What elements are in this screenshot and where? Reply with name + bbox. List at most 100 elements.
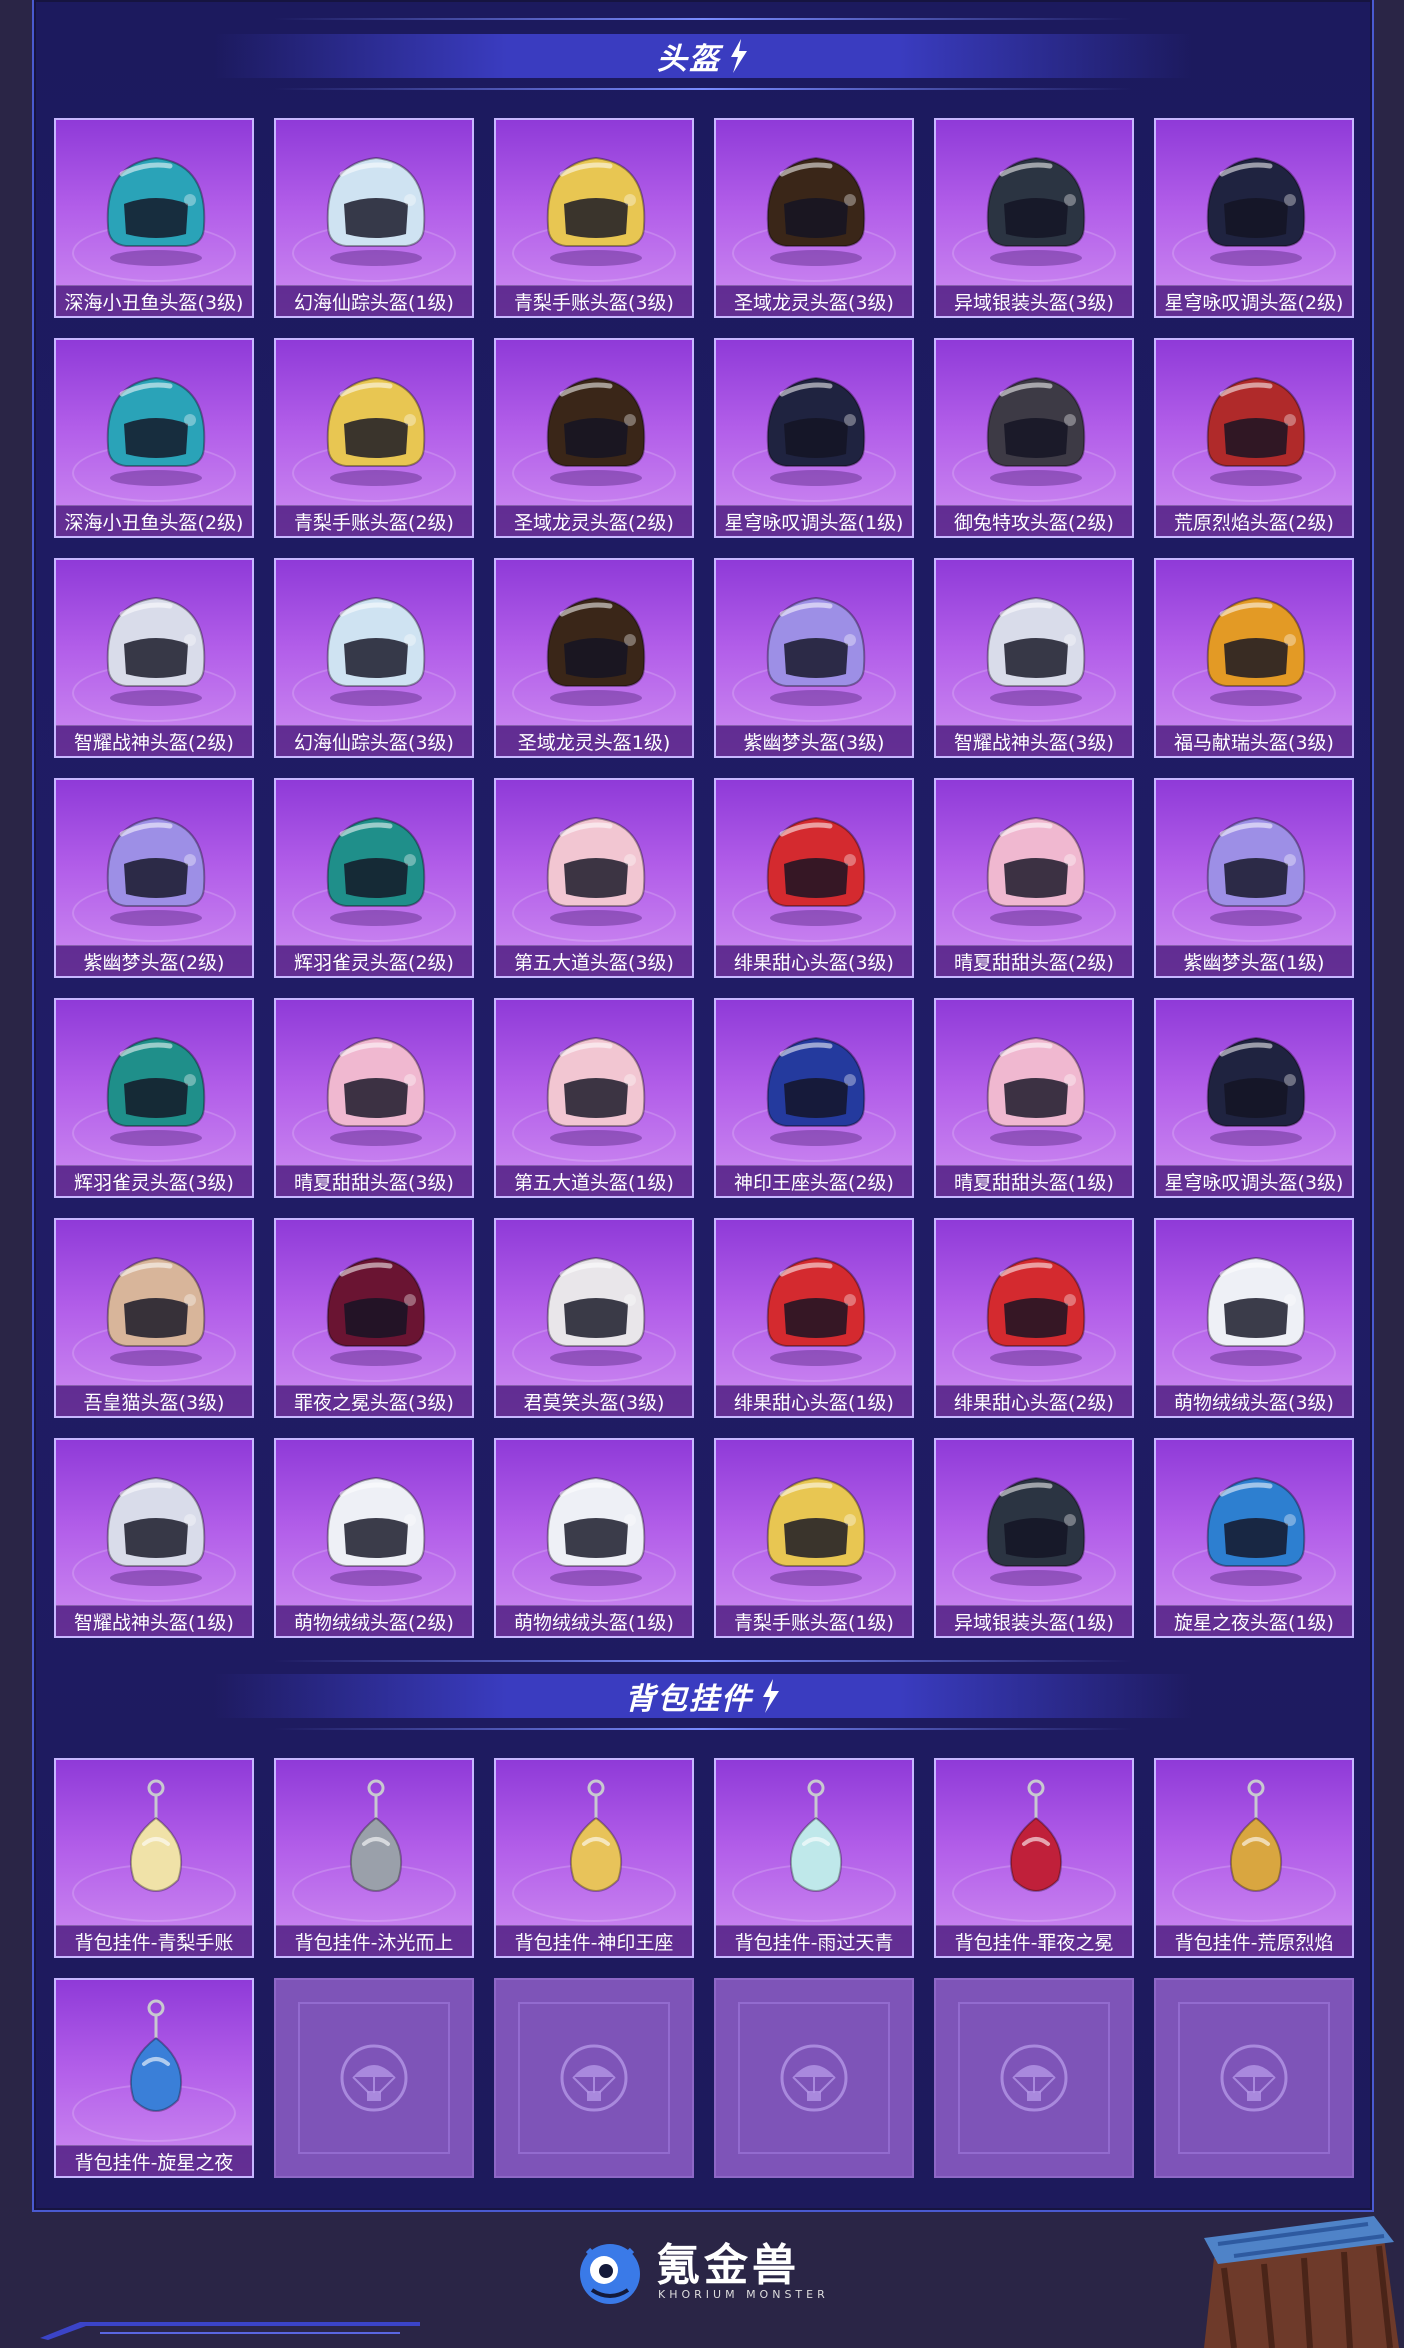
helmet-card[interactable]: 星穹咏叹调头盔(2级) xyxy=(1154,118,1354,318)
helmet-label: 圣域龙灵头盔(2级) xyxy=(496,505,692,536)
parachute-crate-icon xyxy=(560,2044,628,2112)
helmet-card[interactable]: 星穹咏叹调头盔(3级) xyxy=(1154,998,1354,1198)
helmet-label: 青梨手账头盔(1级) xyxy=(716,1605,912,1636)
helmet-card[interactable]: 异域银装头盔(3级) xyxy=(934,118,1134,318)
helmet-card[interactable]: 圣域龙灵头盔(3级) xyxy=(714,118,914,318)
helmet-card[interactable]: 青梨手账头盔(3级) xyxy=(494,118,694,318)
pendant-grid: 背包挂件-青梨手账 背包挂件-沐光而上 背包挂件-神印王座 背包挂件-雨过天青 背包挂件… xyxy=(54,1758,1354,2178)
helmet-card[interactable]: 辉羽雀灵头盔(2级) xyxy=(274,778,474,978)
helmet-label: 吾皇猫头盔(3级) xyxy=(56,1385,252,1416)
helmet-label: 青梨手账头盔(3级) xyxy=(496,285,692,316)
helmet-card[interactable]: 青梨手账头盔(1级) xyxy=(714,1438,914,1638)
helmet-icon xyxy=(1206,1476,1306,1586)
pendant-icon xyxy=(129,1779,183,1892)
helmet-card[interactable]: 深海小丑鱼头盔(3级) xyxy=(54,118,254,318)
helmet-card[interactable]: 紫幽梦头盔(3级) xyxy=(714,558,914,758)
helmet-label: 幻海仙踪头盔(1级) xyxy=(276,285,472,316)
helmet-icon xyxy=(1206,1036,1306,1146)
helmet-icon xyxy=(106,596,206,706)
helmet-label: 异域银装头盔(1级) xyxy=(936,1605,1132,1636)
pendant-label: 背包挂件-青梨手账 xyxy=(56,1925,252,1956)
helmet-card[interactable]: 萌物绒绒头盔(3级) xyxy=(1154,1218,1354,1418)
helmet-card[interactable]: 绯果甜心头盔(1级) xyxy=(714,1218,914,1418)
helmet-card[interactable]: 幻海仙踪头盔(1级) xyxy=(274,118,474,318)
pendant-label: 背包挂件-沐光而上 xyxy=(276,1925,472,1956)
helmet-icon xyxy=(106,1256,206,1366)
helmet-card[interactable]: 幻海仙踪头盔(3级) xyxy=(274,558,474,758)
title-rule xyxy=(274,18,1132,20)
pendant-card[interactable]: 背包挂件-旋星之夜 xyxy=(54,1978,254,2178)
helmet-label: 紫幽梦头盔(3级) xyxy=(716,725,912,756)
pendant-card[interactable]: 背包挂件-青梨手账 xyxy=(54,1758,254,1958)
helmet-icon xyxy=(546,816,646,926)
brand-subtitle: KHORIUM MONSTER xyxy=(658,2287,829,2301)
title-rule xyxy=(274,88,1132,90)
helmet-card[interactable]: 晴夏甜甜头盔(2级) xyxy=(934,778,1134,978)
helmet-card[interactable]: 第五大道头盔(3级) xyxy=(494,778,694,978)
helmet-card[interactable]: 异域银装头盔(1级) xyxy=(934,1438,1134,1638)
helmet-icon xyxy=(326,1476,426,1586)
helmet-card[interactable]: 辉羽雀灵头盔(3级) xyxy=(54,998,254,1198)
helmet-icon xyxy=(986,156,1086,266)
pendant-card[interactable]: 背包挂件-荒原烈焰 xyxy=(1154,1758,1354,1958)
helmet-icon xyxy=(986,1036,1086,1146)
helmet-card[interactable]: 星穹咏叹调头盔(1级) xyxy=(714,338,914,538)
helmet-label: 智耀战神头盔(2级) xyxy=(56,725,252,756)
helmet-card[interactable]: 罪夜之冕头盔(3级) xyxy=(274,1218,474,1418)
helmet-icon xyxy=(106,1476,206,1586)
pendant-card[interactable]: 背包挂件-雨过天青 xyxy=(714,1758,914,1958)
helmet-icon xyxy=(1206,156,1306,266)
helmet-card[interactable]: 青梨手账头盔(2级) xyxy=(274,338,474,538)
helmet-label: 辉羽雀灵头盔(2级) xyxy=(276,945,472,976)
helmet-card[interactable]: 君莫笑头盔(3级) xyxy=(494,1218,694,1418)
helmet-label: 福马献瑞头盔(3级) xyxy=(1156,725,1352,756)
helmet-card[interactable]: 晴夏甜甜头盔(3级) xyxy=(274,998,474,1198)
pendant-icon xyxy=(1009,1779,1063,1892)
helmet-label: 深海小丑鱼头盔(2级) xyxy=(56,505,252,536)
pendant-icon xyxy=(569,1779,623,1892)
helmet-card[interactable]: 萌物绒绒头盔(1级) xyxy=(494,1438,694,1638)
parachute-crate-icon xyxy=(340,2044,408,2112)
helmet-label: 辉羽雀灵头盔(3级) xyxy=(56,1165,252,1196)
helmet-card[interactable]: 圣域龙灵头盔(2级) xyxy=(494,338,694,538)
helmet-icon xyxy=(326,376,426,486)
helmet-card[interactable]: 第五大道头盔(1级) xyxy=(494,998,694,1198)
helmet-card[interactable]: 绯果甜心头盔(2级) xyxy=(934,1218,1134,1418)
helmet-label: 幻海仙踪头盔(3级) xyxy=(276,725,472,756)
helmet-card[interactable]: 智耀战神头盔(1级) xyxy=(54,1438,254,1638)
helmet-card[interactable]: 紫幽梦头盔(2级) xyxy=(54,778,254,978)
pendants-title-text: 背包挂件 xyxy=(625,1682,753,1717)
empty-slot xyxy=(714,1978,914,2178)
helmet-label: 萌物绒绒头盔(2级) xyxy=(276,1605,472,1636)
helmet-icon xyxy=(766,1256,866,1366)
helmet-card[interactable]: 旋星之夜头盔(1级) xyxy=(1154,1438,1354,1638)
helmet-card[interactable]: 吾皇猫头盔(3级) xyxy=(54,1218,254,1418)
helmet-icon xyxy=(546,1256,646,1366)
helmet-card[interactable]: 紫幽梦头盔(1级) xyxy=(1154,778,1354,978)
pendant-card[interactable]: 背包挂件-罪夜之冕 xyxy=(934,1758,1134,1958)
helmet-card[interactable]: 智耀战神头盔(3级) xyxy=(934,558,1134,758)
helmet-card[interactable]: 御兔特攻头盔(2级) xyxy=(934,338,1134,538)
pendant-card[interactable]: 背包挂件-沐光而上 xyxy=(274,1758,474,1958)
helmet-card[interactable]: 神印王座头盔(2级) xyxy=(714,998,914,1198)
helmet-label: 星穹咏叹调头盔(1级) xyxy=(716,505,912,536)
pendant-card[interactable]: 背包挂件-神印王座 xyxy=(494,1758,694,1958)
helmet-icon xyxy=(546,596,646,706)
helmet-icon xyxy=(546,156,646,266)
helmet-label: 深海小丑鱼头盔(3级) xyxy=(56,285,252,316)
helmet-icon xyxy=(766,596,866,706)
helmet-card[interactable]: 智耀战神头盔(2级) xyxy=(54,558,254,758)
helmet-card[interactable]: 荒原烈焰头盔(2级) xyxy=(1154,338,1354,538)
pendant-label: 背包挂件-神印王座 xyxy=(496,1925,692,1956)
helmet-card[interactable]: 圣域龙灵头盔1级) xyxy=(494,558,694,758)
helmet-card[interactable]: 深海小丑鱼头盔(2级) xyxy=(54,338,254,538)
helmet-label: 晴夏甜甜头盔(2级) xyxy=(936,945,1132,976)
brand-logo: 氪金兽 KHORIUM MONSTER xyxy=(574,2236,829,2308)
helmet-card[interactable]: 福马献瑞头盔(3级) xyxy=(1154,558,1354,758)
monster-mascot-icon xyxy=(580,2244,640,2304)
helmet-card[interactable]: 萌物绒绒头盔(2级) xyxy=(274,1438,474,1638)
helmet-card[interactable]: 绯果甜心头盔(3级) xyxy=(714,778,914,978)
pendant-label: 背包挂件-旋星之夜 xyxy=(56,2145,252,2176)
helmet-icon xyxy=(326,1036,426,1146)
helmet-card[interactable]: 晴夏甜甜头盔(1级) xyxy=(934,998,1134,1198)
